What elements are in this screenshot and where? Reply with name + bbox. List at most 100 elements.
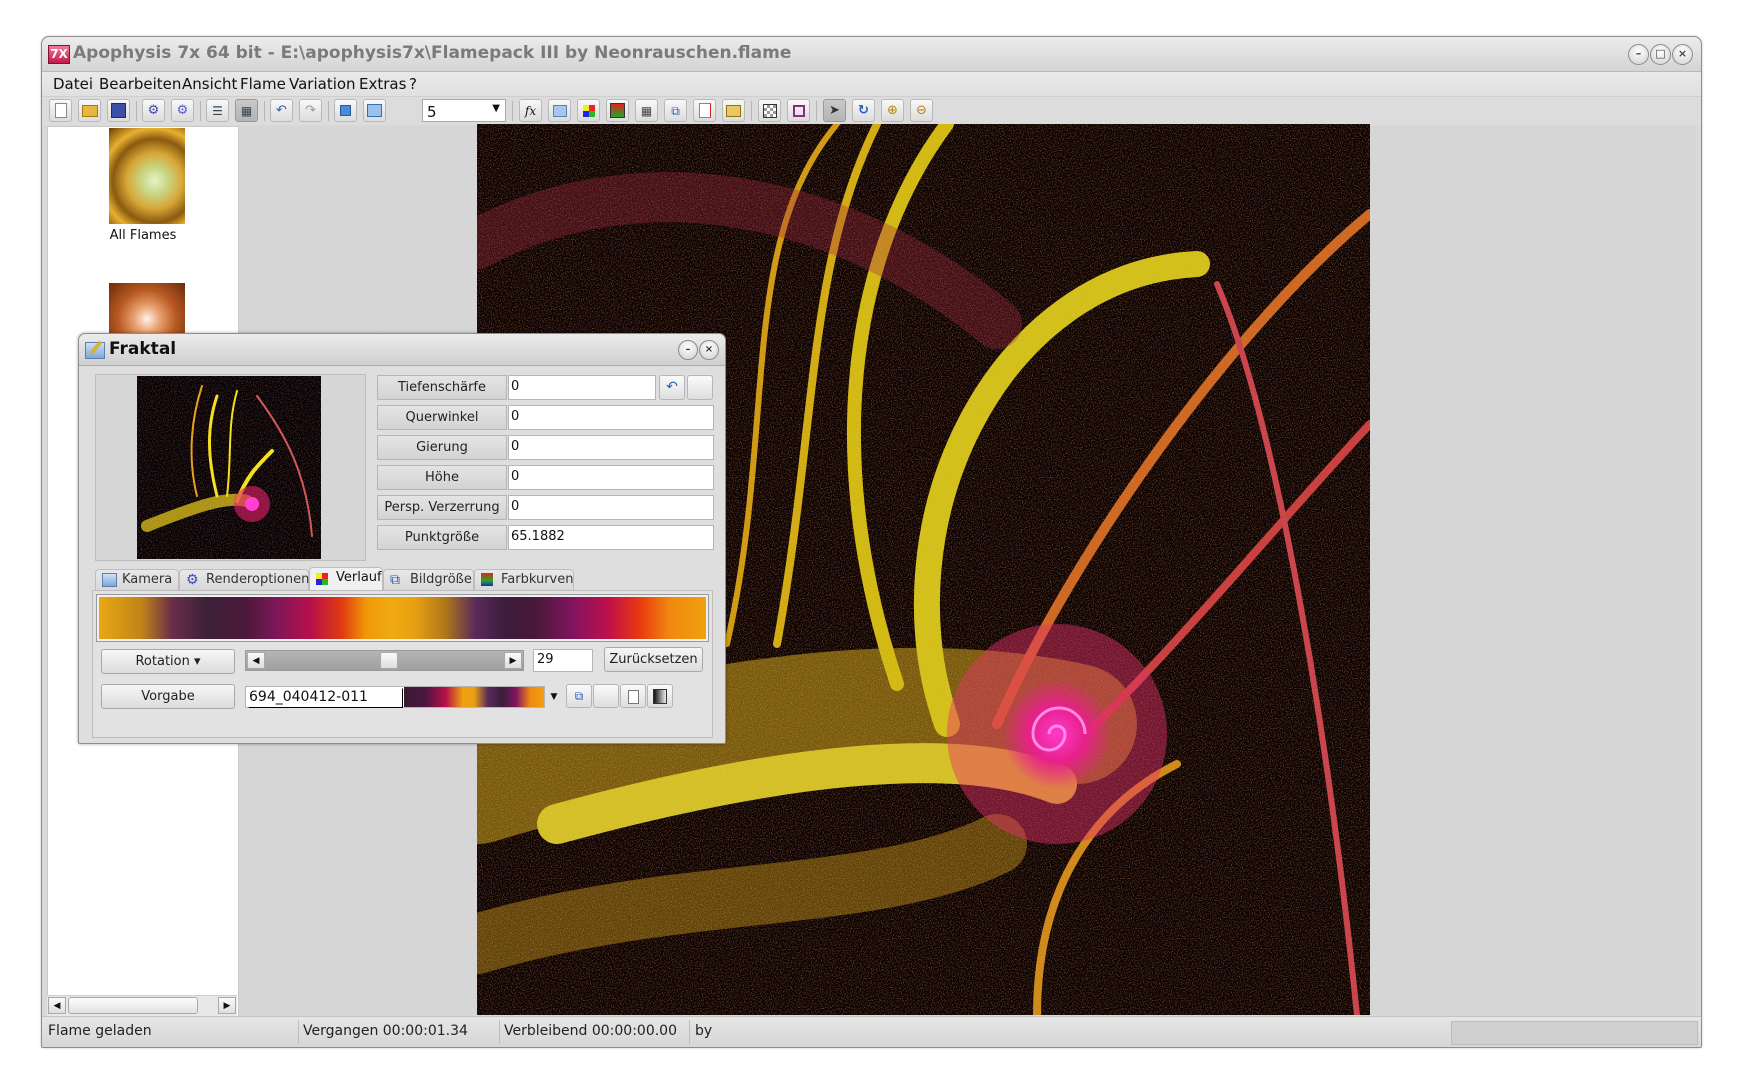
blank-button[interactable] xyxy=(687,375,713,400)
dialog-close-button[interactable]: × xyxy=(699,340,719,360)
image-size-button[interactable]: ⧉ xyxy=(664,99,687,122)
toolbar-separator xyxy=(264,101,265,121)
scroll-right-icon[interactable]: ▶ xyxy=(218,997,236,1014)
gradient-button[interactable] xyxy=(606,99,629,122)
menu-datei[interactable]: Datei xyxy=(53,75,93,93)
tab-renderoptionen[interactable]: ⚙ Renderoptionen xyxy=(179,569,309,591)
menu-help[interactable]: ? xyxy=(409,75,417,93)
param-label[interactable]: Höhe xyxy=(377,465,507,490)
select-icon: ➤ xyxy=(829,103,840,118)
redo-button[interactable]: ↷ xyxy=(299,99,322,122)
dialog-title-bar[interactable]: Fraktal – × xyxy=(79,334,725,366)
gradient-editor-button[interactable] xyxy=(647,684,673,708)
editor-button[interactable]: fx xyxy=(519,99,542,122)
copy-icon: ⧉ xyxy=(574,689,584,703)
rotation-menu-button[interactable]: Rotation ▾ xyxy=(101,649,235,674)
tab-farbkurven[interactable]: Farbkurven xyxy=(474,569,574,591)
param-label[interactable]: Gierung xyxy=(377,435,507,460)
scroll-left-icon[interactable]: ◀ xyxy=(48,997,66,1014)
options-button[interactable] xyxy=(722,99,745,122)
tab-label: Kamera xyxy=(122,572,173,587)
minimize-button[interactable]: – xyxy=(1628,44,1649,65)
yaw-input[interactable]: 0 xyxy=(508,435,714,460)
tab-kamera[interactable]: Kamera xyxy=(95,569,179,591)
rotate-icon: ↻ xyxy=(858,103,869,118)
palette-button[interactable] xyxy=(577,99,600,122)
param-label[interactable]: Tiefenschärfe xyxy=(377,375,507,400)
flame-thumbnail[interactable] xyxy=(109,128,185,224)
render-progress-bar xyxy=(1451,1021,1698,1045)
rotate-tool-button[interactable]: ↻ xyxy=(852,99,875,122)
guidelines-button[interactable] xyxy=(787,99,810,122)
toolbar-separator xyxy=(512,101,513,121)
palette-icon xyxy=(316,573,328,585)
icon-view-button[interactable]: ▦ xyxy=(235,99,258,122)
save-button[interactable] xyxy=(107,99,130,122)
zoom-in-button[interactable]: ⊕ xyxy=(881,99,904,122)
zoom-out-button[interactable]: ⊖ xyxy=(910,99,933,122)
render-button[interactable]: ⚙ xyxy=(142,99,165,122)
resize-icon: ⧉ xyxy=(671,103,680,118)
preset-combo[interactable]: 694_040412-011 xyxy=(245,686,545,708)
list-view-button[interactable]: ☰ xyxy=(206,99,229,122)
blank-button[interactable] xyxy=(593,684,619,708)
pitch-input[interactable]: 0 xyxy=(508,405,714,430)
flame-list-scrollbar[interactable]: ◀ ▶ xyxy=(47,995,237,1016)
mutate-button[interactable]: ▦ xyxy=(635,99,658,122)
select-tool-button[interactable]: ➤ xyxy=(823,99,846,122)
menu-flame[interactable]: Flame xyxy=(240,75,286,93)
copy-gradient-button[interactable]: ⧉ xyxy=(566,684,592,708)
maximize-button[interactable]: □ xyxy=(1650,44,1671,65)
param-row: Tiefenschärfe 0 ↶ xyxy=(377,375,717,401)
depth-of-field-input[interactable]: 0 xyxy=(508,375,656,400)
color-curves-icon xyxy=(481,573,493,586)
menu-ansicht[interactable]: Ansicht xyxy=(182,75,237,93)
rotation-input[interactable]: 29 xyxy=(533,649,593,672)
rotation-slider[interactable]: ◀ ▶ xyxy=(245,650,524,671)
transparency-button[interactable] xyxy=(758,99,781,122)
height-input[interactable]: 0 xyxy=(508,465,714,490)
scroll-thumb[interactable] xyxy=(68,997,198,1014)
edit-icon xyxy=(552,104,567,117)
param-row: Punktgröße 65.1882 xyxy=(377,525,717,551)
menu-extras[interactable]: Extras xyxy=(359,75,406,93)
quality-combo[interactable]: 5 ▼ xyxy=(422,99,506,122)
tab-label: Renderoptionen xyxy=(206,572,310,587)
undo-icon: ↶ xyxy=(276,103,287,118)
menu-variation[interactable]: Variation xyxy=(289,75,356,93)
save-gradient-button[interactable] xyxy=(620,684,646,708)
param-label[interactable]: Querwinkel xyxy=(377,405,507,430)
close-button[interactable]: × xyxy=(1672,44,1693,65)
toolbar-separator xyxy=(328,101,329,121)
title-bar[interactable]: 7X Apophysis 7x 64 bit - E:\apophysis7x\… xyxy=(42,37,1701,72)
param-label[interactable]: Persp. Verzerrung xyxy=(377,495,507,520)
slider-thumb[interactable] xyxy=(379,652,398,669)
fullscreen-button[interactable] xyxy=(334,99,357,122)
gradient-preview[interactable] xyxy=(96,594,709,642)
preview-button[interactable] xyxy=(363,99,386,122)
flame-label[interactable]: All Flames xyxy=(48,228,238,243)
new-button[interactable] xyxy=(49,99,72,122)
batch-render-button[interactable]: ⚙ xyxy=(171,99,194,122)
reset-button[interactable]: Zurücksetzen xyxy=(604,647,703,672)
perspective-input[interactable]: 0 xyxy=(508,495,714,520)
undo-button[interactable]: ↶ xyxy=(659,375,685,400)
undo-button[interactable]: ↶ xyxy=(270,99,293,122)
open-folder-icon xyxy=(81,104,98,117)
menu-bearbeiten[interactable]: Bearbeiten xyxy=(99,75,181,93)
gear-icon: ⚙ xyxy=(186,572,199,588)
chevron-down-icon[interactable]: ▼ xyxy=(546,686,562,708)
tab-verlauf[interactable]: Verlauf xyxy=(309,567,383,592)
scale-input[interactable]: 65.1882 xyxy=(508,525,714,550)
quality-value: 5 xyxy=(427,103,437,121)
tab-bildgroesse[interactable]: ⧉ Bildgröße xyxy=(383,569,474,591)
script-button[interactable] xyxy=(693,99,716,122)
slider-right-icon[interactable]: ▶ xyxy=(504,652,522,669)
adjust-button[interactable] xyxy=(548,99,571,122)
redo-icon: ↷ xyxy=(305,103,316,118)
dialog-minimize-button[interactable]: – xyxy=(678,340,698,360)
preset-button[interactable]: Vorgabe xyxy=(101,684,235,709)
slider-left-icon[interactable]: ◀ xyxy=(247,652,265,669)
param-label[interactable]: Punktgröße xyxy=(377,525,507,550)
open-button[interactable] xyxy=(78,99,101,122)
